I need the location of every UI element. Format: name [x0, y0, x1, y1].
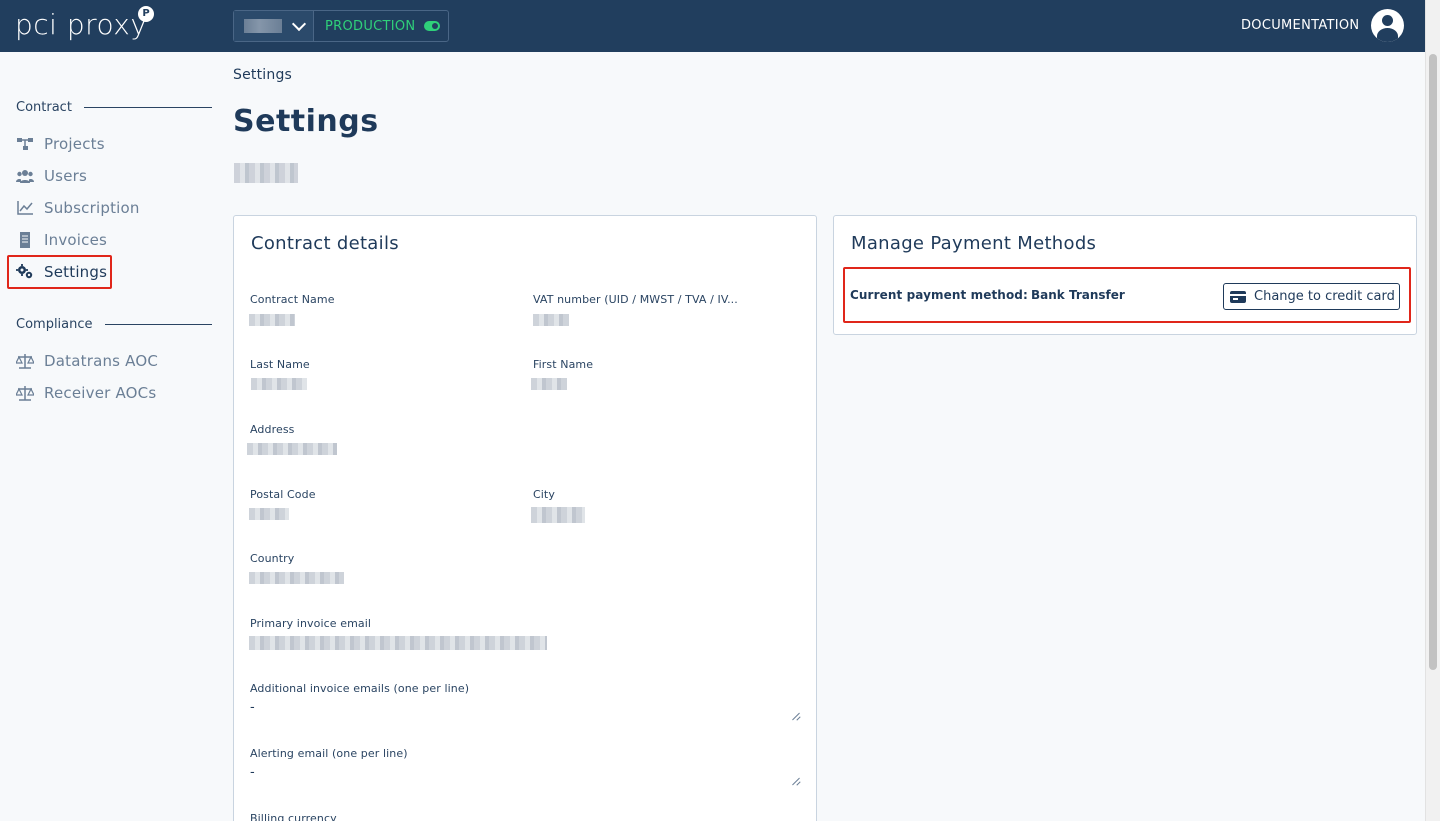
sidebar-group-compliance: Compliance	[16, 317, 212, 332]
sidebar-item-label: Invoices	[44, 231, 108, 249]
alerting-email-textarea[interactable]: -	[250, 765, 255, 780]
sidebar-item-invoices[interactable]: Invoices	[16, 231, 107, 249]
last-name-label: Last Name	[250, 358, 310, 371]
scale-balance-icon	[16, 386, 34, 401]
toggle-on-icon	[424, 21, 441, 31]
divider	[83, 107, 212, 108]
country-value-redacted	[249, 572, 344, 584]
card-title: Manage Payment Methods	[851, 233, 1097, 254]
project-dropdown[interactable]	[234, 11, 314, 41]
sidebar-item-label: Subscription	[44, 199, 140, 217]
primary-email-value-redacted	[249, 636, 547, 650]
top-navigation-bar: pci proxy P PRODUCTION DOCUMENTATION	[0, 0, 1425, 52]
current-payment-label: Current payment method:	[850, 288, 1028, 302]
sidebar-item-datatrans-aoc[interactable]: Datatrans AOC	[16, 352, 158, 370]
change-to-credit-card-button[interactable]: Change to credit card	[1223, 283, 1400, 310]
sidebar-item-users[interactable]: Users	[16, 167, 87, 185]
additional-emails-label: Additional invoice emails (one per line)	[250, 682, 470, 695]
chevron-down-icon	[291, 16, 307, 31]
first-name-label: First Name	[533, 358, 594, 371]
page-title: Settings	[233, 104, 379, 139]
sidebar-item-receiver-aocs[interactable]: Receiver AOCs	[16, 384, 156, 402]
divider	[104, 324, 212, 325]
sidebar-item-label: Receiver AOCs	[44, 384, 157, 402]
postal-code-value-redacted	[249, 508, 289, 520]
environment-status-label: PRODUCTION	[325, 18, 416, 34]
environment-selector: PRODUCTION	[233, 10, 449, 42]
contract-name-label: Contract Name	[250, 293, 335, 306]
sidebar-item-label: Projects	[44, 135, 105, 153]
last-name-value-redacted	[251, 378, 307, 390]
resize-handle-icon[interactable]	[792, 777, 800, 785]
environment-toggle[interactable]: PRODUCTION	[314, 11, 448, 41]
primary-email-label: Primary invoice email	[250, 617, 372, 630]
postal-code-label: Postal Code	[250, 488, 316, 501]
vat-number-value-redacted	[533, 314, 569, 326]
page-scrollbar[interactable]	[1425, 0, 1440, 821]
documentation-link[interactable]: DOCUMENTATION	[1241, 18, 1359, 33]
current-payment-value: Bank Transfer	[1031, 288, 1125, 302]
address-label: Address	[250, 423, 295, 436]
brand-logo[interactable]: pci proxy	[15, 8, 147, 41]
contract-name-value-redacted	[249, 314, 295, 326]
active-item-highlight	[7, 255, 112, 289]
vat-number-label: VAT number (UID / MWST / TVA / IV...	[533, 293, 738, 306]
sitemap-icon	[17, 138, 33, 150]
line-chart-icon	[17, 201, 33, 215]
credit-card-icon	[1230, 290, 1246, 303]
city-label: City	[533, 488, 555, 501]
sidebar-group-contract: Contract	[16, 100, 212, 115]
billing-currency-label: Billing currency	[250, 812, 337, 821]
users-icon	[16, 170, 34, 183]
city-value-redacted	[531, 507, 585, 523]
sidebar-item-subscription[interactable]: Subscription	[16, 199, 140, 217]
sidebar-item-label: Datatrans AOC	[44, 352, 159, 370]
scrollbar-thumb[interactable]	[1429, 54, 1437, 670]
sidebar-item-projects[interactable]: Projects	[16, 135, 105, 153]
brand-badge-icon: P	[138, 6, 154, 22]
country-label: Country	[250, 552, 295, 565]
breadcrumb[interactable]: Settings	[233, 67, 292, 83]
resize-handle-icon[interactable]	[792, 712, 800, 720]
alerting-email-label: Alerting email (one per line)	[250, 747, 408, 760]
card-title: Contract details	[251, 233, 399, 254]
user-avatar-icon[interactable]	[1371, 9, 1404, 42]
button-label: Change to credit card	[1254, 289, 1395, 304]
address-value-redacted	[247, 443, 337, 455]
first-name-value-redacted	[531, 378, 567, 390]
sidebar-item-label: Users	[44, 167, 88, 185]
contract-id-redacted	[234, 163, 298, 183]
additional-emails-textarea[interactable]: -	[250, 700, 255, 715]
invoice-icon	[20, 232, 30, 248]
project-name-redacted	[244, 19, 282, 33]
scale-balance-icon	[16, 354, 34, 369]
